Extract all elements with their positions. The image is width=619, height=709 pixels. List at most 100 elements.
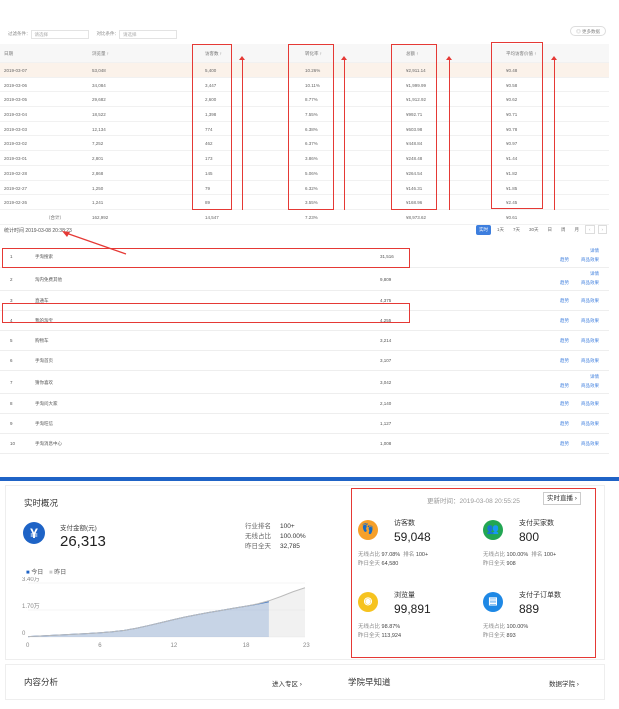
metric-sub-line: 昨日全天 893 [483,633,516,639]
total-cell: 162,992 [92,214,109,220]
table-cell: 2019-03-06 [4,82,28,88]
list-item: 7 猜你喜欢 3,042 详情 趋势 商品效果 [0,371,609,394]
total-cell: 14,547 [205,214,219,220]
product-effect-link[interactable]: 商品效果 [581,257,599,263]
table-cell: 2019-03-07 [4,68,28,73]
total-cell: ¥0.61 [506,214,518,220]
source-value: 3,107 [380,358,392,363]
filter-label: 过滤条件： [8,31,31,36]
details-link[interactable]: 详情 [590,271,599,277]
school-title: 学院早知道 [348,677,391,687]
more-data-button[interactable]: ◎ 更多数据 [570,26,606,36]
compare-label: 对比条件： [96,31,120,36]
source-name: 手淘首页 [35,358,53,363]
period-tab[interactable]: 7天 [510,225,523,235]
source-value: 3,042 [380,379,392,385]
source-value: 1,008 [380,441,392,446]
metric-sub-line: 无线占比 100.00% 排名 100+ [483,552,557,558]
source-name: 手淘旺信 [35,421,53,426]
highlight-box-total [391,44,437,210]
prev-arrow-icon[interactable]: ‹ [585,225,595,234]
list-item: 10 手淘消息中心 1,008 趋势 商品效果 [0,434,609,454]
product-effect-link[interactable]: 商品效果 [581,338,599,344]
product-effect-link[interactable]: 商品效果 [581,280,599,286]
content-link[interactable]: 进入专区 › [272,678,302,688]
list-item: 5 购物车 3,214 趋势 商品效果 [0,331,609,351]
rank-index: 5 [10,338,13,343]
period-tab[interactable]: 30天 [526,225,542,235]
arrow-up [341,56,348,210]
school-link[interactable]: 数据学院 › [549,678,579,688]
live-button[interactable]: 实时直播 › [543,492,581,505]
trend-link[interactable]: 趋势 [560,298,569,304]
period-tab[interactable]: 1天 [494,225,507,235]
total-cell: 7.23% [305,214,318,220]
x-tick-label: 23 [303,643,310,649]
rank-index: 8 [10,401,13,406]
trend-link[interactable]: 趋势 [560,280,569,286]
table-cell: 1,250 [92,185,104,191]
table-cell: 2,801 [92,156,104,162]
period-tab[interactable]: 周 [558,225,569,235]
details-link[interactable]: 详情 [590,374,599,380]
update-time: 更新时间：2019-03-08 20:55:25 [427,498,520,505]
pay-kv-values: 100+ 100.00% 32,785 [280,523,306,550]
product-effect-link[interactable]: 商品效果 [581,318,599,324]
trend-link[interactable]: 趋势 [560,421,569,427]
period-tab[interactable]: 月 [572,225,583,235]
source-value: 2,140 [380,401,392,406]
pay-kv-labels: 行业排名 无线占比 昨日全天 [245,523,271,550]
metric-value: 800 [519,530,540,544]
rank-index: 10 [10,441,16,446]
period-tab[interactable]: 日 [545,225,556,235]
table-cell: 2,868 [92,170,104,176]
metric-sub-line: 昨日全天 113,924 [358,633,402,639]
metric-sub-line: 昨日全天 64,580 [358,561,399,567]
table-cell: 2019-02-28 [4,170,28,176]
traffic-source-table: 1 手淘搜索 31,516 详情 趋势 商品效果 2 淘内免费其他 9,809 详情 趋势 商品效果 3… [0,245,609,454]
table-cell: 2019-02-27 [4,185,28,191]
table-cell: 12,134 [92,126,106,132]
trend-link[interactable]: 趋势 [560,318,569,324]
filter-select[interactable]: 请选择 [30,29,89,39]
table-cell: 53,048 [92,68,106,73]
arrow-up [239,56,246,210]
table-cell: 7,252 [92,141,104,147]
product-effect-link[interactable]: 商品效果 [581,358,599,364]
series-area-yesterday [28,587,305,637]
rank-index: 2 [10,276,13,282]
trend-link[interactable]: 趋势 [560,338,569,344]
legend-today: 今日 [31,570,44,576]
rank-index: 6 [10,358,13,363]
table-cell: 18,522 [92,112,106,118]
x-tick-label: 6 [98,643,102,649]
column-header[interactable]: 浏览量 ↑ [92,51,109,57]
metric-value: 889 [519,602,540,616]
y-tick-label: 3.40万 [22,577,40,583]
footprint-icon: 👣 [358,520,378,540]
period-tab[interactable]: 实时 [475,225,491,235]
metric-name: 支付买家数 [519,520,554,527]
next-arrow-icon[interactable]: › [597,225,607,234]
trend-link[interactable]: 趋势 [560,383,569,389]
compare-select[interactable]: 请选择 [119,29,177,39]
trend-link[interactable]: 趋势 [560,401,569,407]
details-link[interactable]: 详情 [590,248,599,254]
trend-link[interactable]: 趋势 [560,441,569,447]
product-effect-link[interactable]: 商品效果 [581,298,599,304]
highlight-box-search [2,248,410,268]
list-item: 8 手淘问大家 2,140 趋势 商品效果 [0,394,609,414]
table-cell: 2019-03-01 [4,156,28,162]
footer-panel [5,664,605,700]
product-effect-link[interactable]: 商品效果 [581,441,599,447]
source-name: 手淘问大家 [35,401,58,406]
x-tick-label: 0 [26,643,30,649]
trend-link[interactable]: 趋势 [560,257,569,263]
source-value: 1,127 [380,421,392,426]
product-effect-link[interactable]: 商品效果 [581,383,599,389]
table-cell: 2019-03-04 [4,112,28,118]
product-effect-link[interactable]: 商品效果 [581,421,599,427]
highlight-box-ztc [2,303,410,323]
product-effect-link[interactable]: 商品效果 [581,401,599,407]
trend-link[interactable]: 趋势 [560,358,569,364]
